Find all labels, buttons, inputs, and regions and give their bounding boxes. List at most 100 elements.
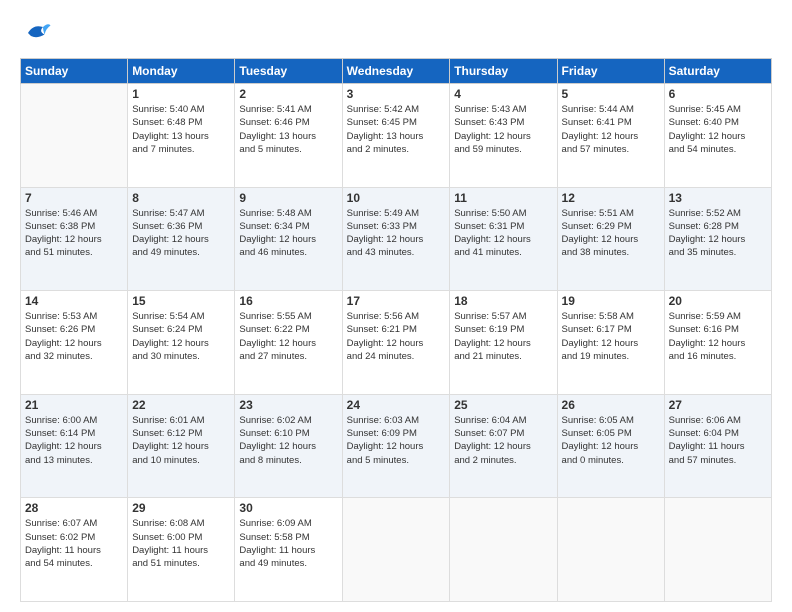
day-info: Sunrise: 6:09 AMSunset: 5:58 PMDaylight:…	[239, 517, 337, 570]
day-info: Sunrise: 5:40 AMSunset: 6:48 PMDaylight:…	[132, 103, 230, 156]
day-number: 1	[132, 87, 230, 101]
day-number: 4	[454, 87, 552, 101]
weekday-header-monday: Monday	[128, 59, 235, 84]
logo-bird-icon	[22, 18, 52, 48]
day-info: Sunrise: 5:57 AMSunset: 6:19 PMDaylight:…	[454, 310, 552, 363]
day-info: Sunrise: 5:41 AMSunset: 6:46 PMDaylight:…	[239, 103, 337, 156]
day-number: 11	[454, 191, 552, 205]
day-info: Sunrise: 5:51 AMSunset: 6:29 PMDaylight:…	[562, 207, 660, 260]
day-number: 18	[454, 294, 552, 308]
day-number: 14	[25, 294, 123, 308]
weekday-header-wednesday: Wednesday	[342, 59, 450, 84]
day-info: Sunrise: 6:04 AMSunset: 6:07 PMDaylight:…	[454, 414, 552, 467]
day-info: Sunrise: 6:08 AMSunset: 6:00 PMDaylight:…	[132, 517, 230, 570]
day-info: Sunrise: 5:56 AMSunset: 6:21 PMDaylight:…	[347, 310, 446, 363]
day-info: Sunrise: 6:02 AMSunset: 6:10 PMDaylight:…	[239, 414, 337, 467]
day-info: Sunrise: 5:44 AMSunset: 6:41 PMDaylight:…	[562, 103, 660, 156]
calendar-cell: 20 Sunrise: 5:59 AMSunset: 6:16 PMDayligh…	[664, 291, 771, 395]
day-number: 20	[669, 294, 767, 308]
calendar-cell: 2 Sunrise: 5:41 AMSunset: 6:46 PMDaylight…	[235, 84, 342, 188]
weekday-header-thursday: Thursday	[450, 59, 557, 84]
calendar-cell: 16 Sunrise: 5:55 AMSunset: 6:22 PMDayligh…	[235, 291, 342, 395]
day-info: Sunrise: 5:49 AMSunset: 6:33 PMDaylight:…	[347, 207, 446, 260]
day-info: Sunrise: 5:46 AMSunset: 6:38 PMDaylight:…	[25, 207, 123, 260]
day-info: Sunrise: 6:03 AMSunset: 6:09 PMDaylight:…	[347, 414, 446, 467]
calendar-cell: 7 Sunrise: 5:46 AMSunset: 6:38 PMDaylight…	[21, 187, 128, 291]
day-number: 17	[347, 294, 446, 308]
calendar-cell: 29Sunrise: 6:08 AMSunset: 6:00 PMDayligh…	[128, 498, 235, 602]
calendar-cell	[557, 498, 664, 602]
day-number: 22	[132, 398, 230, 412]
calendar-cell: 11 Sunrise: 5:50 AMSunset: 6:31 PMDayligh…	[450, 187, 557, 291]
calendar-cell: 6 Sunrise: 5:45 AMSunset: 6:40 PMDaylight…	[664, 84, 771, 188]
calendar-week-row: 21 Sunrise: 6:00 AMSunset: 6:14 PMDayligh…	[21, 394, 772, 498]
weekday-header-saturday: Saturday	[664, 59, 771, 84]
weekday-header-sunday: Sunday	[21, 59, 128, 84]
day-number: 3	[347, 87, 446, 101]
day-number: 7	[25, 191, 123, 205]
day-info: Sunrise: 6:01 AMSunset: 6:12 PMDaylight:…	[132, 414, 230, 467]
day-number: 5	[562, 87, 660, 101]
calendar-table: SundayMondayTuesdayWednesdayThursdayFrid…	[20, 58, 772, 602]
calendar-cell: 23Sunrise: 6:02 AMSunset: 6:10 PMDayligh…	[235, 394, 342, 498]
day-info: Sunrise: 5:55 AMSunset: 6:22 PMDaylight:…	[239, 310, 337, 363]
calendar-cell: 8 Sunrise: 5:47 AMSunset: 6:36 PMDaylight…	[128, 187, 235, 291]
day-number: 2	[239, 87, 337, 101]
calendar-cell: 24 Sunrise: 6:03 AMSunset: 6:09 PMDayligh…	[342, 394, 450, 498]
day-number: 21	[25, 398, 123, 412]
day-info: Sunrise: 6:05 AMSunset: 6:05 PMDaylight:…	[562, 414, 660, 467]
day-number: 10	[347, 191, 446, 205]
calendar-cell: 26Sunrise: 6:05 AMSunset: 6:05 PMDayligh…	[557, 394, 664, 498]
day-info: Sunrise: 5:54 AMSunset: 6:24 PMDaylight:…	[132, 310, 230, 363]
calendar-cell: 25 Sunrise: 6:04 AMSunset: 6:07 PMDayligh…	[450, 394, 557, 498]
calendar-cell	[21, 84, 128, 188]
calendar-cell: 21 Sunrise: 6:00 AMSunset: 6:14 PMDayligh…	[21, 394, 128, 498]
day-number: 12	[562, 191, 660, 205]
calendar-cell: 27Sunrise: 6:06 AMSunset: 6:04 PMDayligh…	[664, 394, 771, 498]
calendar-cell: 15 Sunrise: 5:54 AMSunset: 6:24 PMDayligh…	[128, 291, 235, 395]
calendar-cell	[664, 498, 771, 602]
day-info: Sunrise: 5:50 AMSunset: 6:31 PMDaylight:…	[454, 207, 552, 260]
calendar-cell	[342, 498, 450, 602]
day-info: Sunrise: 5:47 AMSunset: 6:36 PMDaylight:…	[132, 207, 230, 260]
weekday-header-tuesday: Tuesday	[235, 59, 342, 84]
calendar-cell: 1 Sunrise: 5:40 AMSunset: 6:48 PMDaylight…	[128, 84, 235, 188]
day-info: Sunrise: 5:53 AMSunset: 6:26 PMDaylight:…	[25, 310, 123, 363]
calendar-cell: 19Sunrise: 5:58 AMSunset: 6:17 PMDayligh…	[557, 291, 664, 395]
calendar-cell: 28 Sunrise: 6:07 AMSunset: 6:02 PMDayligh…	[21, 498, 128, 602]
calendar-cell: 22 Sunrise: 6:01 AMSunset: 6:12 PMDayligh…	[128, 394, 235, 498]
day-number: 25	[454, 398, 552, 412]
day-number: 15	[132, 294, 230, 308]
calendar-week-row: 1 Sunrise: 5:40 AMSunset: 6:48 PMDaylight…	[21, 84, 772, 188]
day-number: 9	[239, 191, 337, 205]
day-info: Sunrise: 5:43 AMSunset: 6:43 PMDaylight:…	[454, 103, 552, 156]
day-number: 16	[239, 294, 337, 308]
calendar-cell: 3 Sunrise: 5:42 AMSunset: 6:45 PMDaylight…	[342, 84, 450, 188]
day-info: Sunrise: 6:00 AMSunset: 6:14 PMDaylight:…	[25, 414, 123, 467]
calendar-cell: 18 Sunrise: 5:57 AMSunset: 6:19 PMDayligh…	[450, 291, 557, 395]
day-info: Sunrise: 5:42 AMSunset: 6:45 PMDaylight:…	[347, 103, 446, 156]
calendar-cell: 30Sunrise: 6:09 AMSunset: 5:58 PMDayligh…	[235, 498, 342, 602]
weekday-header-friday: Friday	[557, 59, 664, 84]
day-info: Sunrise: 6:06 AMSunset: 6:04 PMDaylight:…	[669, 414, 767, 467]
day-number: 24	[347, 398, 446, 412]
page-header	[20, 18, 772, 48]
day-info: Sunrise: 5:48 AMSunset: 6:34 PMDaylight:…	[239, 207, 337, 260]
day-number: 28	[25, 501, 123, 515]
day-info: Sunrise: 5:59 AMSunset: 6:16 PMDaylight:…	[669, 310, 767, 363]
calendar-cell: 14 Sunrise: 5:53 AMSunset: 6:26 PMDayligh…	[21, 291, 128, 395]
weekday-header-row: SundayMondayTuesdayWednesdayThursdayFrid…	[21, 59, 772, 84]
day-number: 13	[669, 191, 767, 205]
day-number: 8	[132, 191, 230, 205]
calendar-cell: 9 Sunrise: 5:48 AMSunset: 6:34 PMDaylight…	[235, 187, 342, 291]
day-number: 6	[669, 87, 767, 101]
calendar-week-row: 14 Sunrise: 5:53 AMSunset: 6:26 PMDayligh…	[21, 291, 772, 395]
day-number: 19	[562, 294, 660, 308]
calendar-cell: 12 Sunrise: 5:51 AMSunset: 6:29 PMDayligh…	[557, 187, 664, 291]
day-info: Sunrise: 5:45 AMSunset: 6:40 PMDaylight:…	[669, 103, 767, 156]
calendar-cell	[450, 498, 557, 602]
day-info: Sunrise: 6:07 AMSunset: 6:02 PMDaylight:…	[25, 517, 123, 570]
calendar-cell: 4 Sunrise: 5:43 AMSunset: 6:43 PMDaylight…	[450, 84, 557, 188]
day-info: Sunrise: 5:52 AMSunset: 6:28 PMDaylight:…	[669, 207, 767, 260]
calendar-week-row: 7 Sunrise: 5:46 AMSunset: 6:38 PMDaylight…	[21, 187, 772, 291]
